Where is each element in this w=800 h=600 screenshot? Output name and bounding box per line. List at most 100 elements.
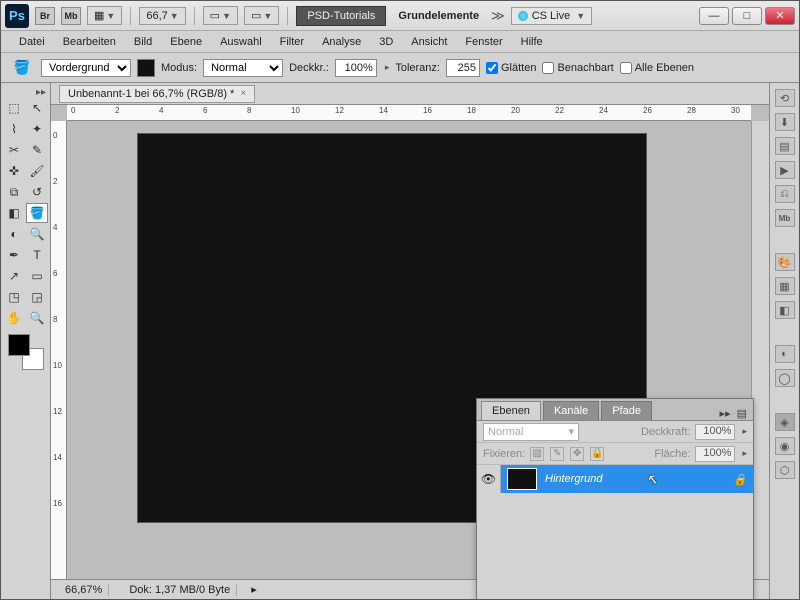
ruler-vertical[interactable]: 0 2 4 6 8 10 12 14 16 [51,121,67,579]
layer-blend-select[interactable]: Normal▾ [483,423,579,441]
dock-tool-presets-icon[interactable]: ⎌ [775,185,795,203]
screen-mode-button[interactable]: ▭▼ [203,6,238,25]
lasso-tool[interactable]: ⌇ [3,119,25,139]
path-tool[interactable]: ↗ [3,266,25,286]
blend-mode-select[interactable]: Normal [203,59,283,77]
all-layers-checkbox[interactable]: Alle Ebenen [620,62,694,74]
dock-swatches-icon[interactable]: ▦ [775,277,795,295]
document-tab[interactable]: Unbenannt-1 bei 66,7% (RGB/8) * × [59,85,255,103]
3d-tool[interactable]: ◳ [3,287,25,307]
workspace-button[interactable]: PSD-Tutorials [296,6,386,26]
layer-opacity-arrow-icon[interactable]: ▸ [740,426,747,437]
hand-tool[interactable]: ✋ [3,308,25,328]
menu-filter[interactable]: Filter [272,34,312,50]
opacity-arrow-icon[interactable]: ▸ [383,62,390,73]
menu-hilfe[interactable]: Hilfe [513,34,551,50]
cs-live-button[interactable]: CS Live▼ [511,7,592,25]
healing-tool[interactable]: ✜ [3,161,25,181]
dock-animation-icon[interactable]: ▶ [775,161,795,179]
workspace-name[interactable]: Grundelemente [392,10,485,22]
tab-ebenen[interactable]: Ebenen [481,401,541,420]
lock-all-icon[interactable]: 🔒 [590,447,604,461]
lock-transparency-icon[interactable]: ▨ [530,447,544,461]
close-button[interactable]: ✕ [765,7,795,25]
bucket-tool-icon[interactable]: 🪣 [9,58,35,78]
tolerance-field[interactable]: 255 [446,59,480,77]
visibility-toggle-icon[interactable]: 👁 [477,465,501,493]
layer-opacity-field[interactable]: 100% [695,424,735,440]
dock-layers-icon[interactable]: ◈ [775,413,795,431]
layer-list[interactable]: 👁 Hintergrund ↖ 🔒 [477,465,753,599]
pen-tool[interactable]: ✒ [3,245,25,265]
lock-pixels-icon[interactable]: ✎ [550,447,564,461]
stamp-tool[interactable]: ⧉ [3,182,25,202]
magic-wand-tool[interactable]: ✦ [26,119,48,139]
eyedropper-tool[interactable]: ✎ [26,140,48,160]
minimize-button[interactable]: — [699,7,729,25]
menu-ansicht[interactable]: Ansicht [403,34,455,50]
dock-channels-icon[interactable]: ◉ [775,437,795,455]
bucket-tool[interactable]: 🪣 [26,203,48,223]
layer-item-selected[interactable]: Hintergrund ↖ 🔒 [501,465,753,493]
layer-row[interactable]: 👁 Hintergrund ↖ 🔒 [477,465,753,493]
layer-name[interactable]: Hintergrund [545,473,602,485]
history-brush-tool[interactable]: ↺ [26,182,48,202]
layer-thumbnail[interactable] [507,468,537,490]
crop-tool[interactable]: ✂ [3,140,25,160]
dock-adjustments-icon[interactable]: ◐ [775,345,795,363]
mini-bridge-button[interactable]: Mb [61,7,81,25]
layer-fill-field[interactable]: 100% [695,446,735,462]
dock-color-icon[interactable]: 🎨 [775,253,795,271]
more-workspaces-icon[interactable]: ≫ [491,8,505,24]
pattern-swatch[interactable] [137,59,155,77]
ruler-horizontal[interactable]: 0 2 4 6 8 10 12 14 16 18 20 22 24 26 28 … [67,105,751,121]
brush-tool[interactable]: 🖌 [26,161,48,181]
layers-panel[interactable]: Ebenen Kanäle Pfade ▸▸▤ Normal▾ Deckkraf… [476,398,754,599]
dock-paths-icon[interactable]: ⬡ [775,461,795,479]
maximize-button[interactable]: □ [732,7,762,25]
menu-datei[interactable]: Datei [11,34,53,50]
layer-fill-arrow-icon[interactable]: ▸ [740,448,747,459]
contiguous-checkbox[interactable]: Benachbart [542,62,613,74]
status-doc-info[interactable]: Dok: 1,37 MB/0 Byte [123,584,237,596]
zoom-tool[interactable]: 🔍 [26,308,48,328]
view-arrange-button[interactable]: ▦▼ [87,6,122,25]
close-tab-icon[interactable]: × [240,88,246,99]
panel-menu-icon[interactable]: ▸▸▤ [714,407,753,420]
tab-kanaele[interactable]: Kanäle [543,401,599,420]
dock-styles-icon[interactable]: ◧ [775,301,795,319]
menu-bearbeiten[interactable]: Bearbeiten [55,34,124,50]
foreground-color[interactable] [8,334,30,356]
shape-tool[interactable]: ▭ [26,266,48,286]
menu-auswahl[interactable]: Auswahl [212,34,270,50]
menu-3d[interactable]: 3D [371,34,401,50]
move-tool[interactable]: ⬚ [3,98,25,118]
dock-history-icon[interactable]: ⟲ [775,89,795,107]
move-tool-2[interactable]: ↖ [26,98,48,118]
menu-ebene[interactable]: Ebene [162,34,210,50]
eraser-tool[interactable]: ◧ [3,203,25,223]
menu-fenster[interactable]: Fenster [457,34,510,50]
3d-camera-tool[interactable]: ◲ [26,287,48,307]
opacity-field[interactable]: 100% [335,59,377,77]
tab-pfade[interactable]: Pfade [601,401,652,420]
menu-analyse[interactable]: Analyse [314,34,369,50]
dock-mb-icon[interactable]: Mb [775,209,795,227]
extras-button[interactable]: ▭▼ [244,6,279,25]
fill-source-select[interactable]: Vordergrund [41,59,131,77]
dodge-tool[interactable]: 🔍 [26,224,48,244]
toolbox-collapse-icon[interactable]: ▸▸ [1,87,50,98]
dock-actions-icon[interactable]: ⬇ [775,113,795,131]
lock-position-icon[interactable]: ✥ [570,447,584,461]
foreground-background-swatch[interactable] [8,334,44,370]
status-arrow-icon[interactable]: ▸ [251,583,257,596]
zoom-level-select[interactable]: 66,7▼ [139,7,185,25]
dock-masks-icon[interactable]: ◯ [775,369,795,387]
type-tool[interactable]: T [26,245,48,265]
status-zoom[interactable]: 66,67% [59,584,109,596]
menu-bild[interactable]: Bild [126,34,160,50]
dock-properties-icon[interactable]: ▤ [775,137,795,155]
antialias-checkbox[interactable]: Glätten [486,62,536,74]
blur-tool[interactable]: ◐ [3,224,25,244]
bridge-button[interactable]: Br [35,7,55,25]
